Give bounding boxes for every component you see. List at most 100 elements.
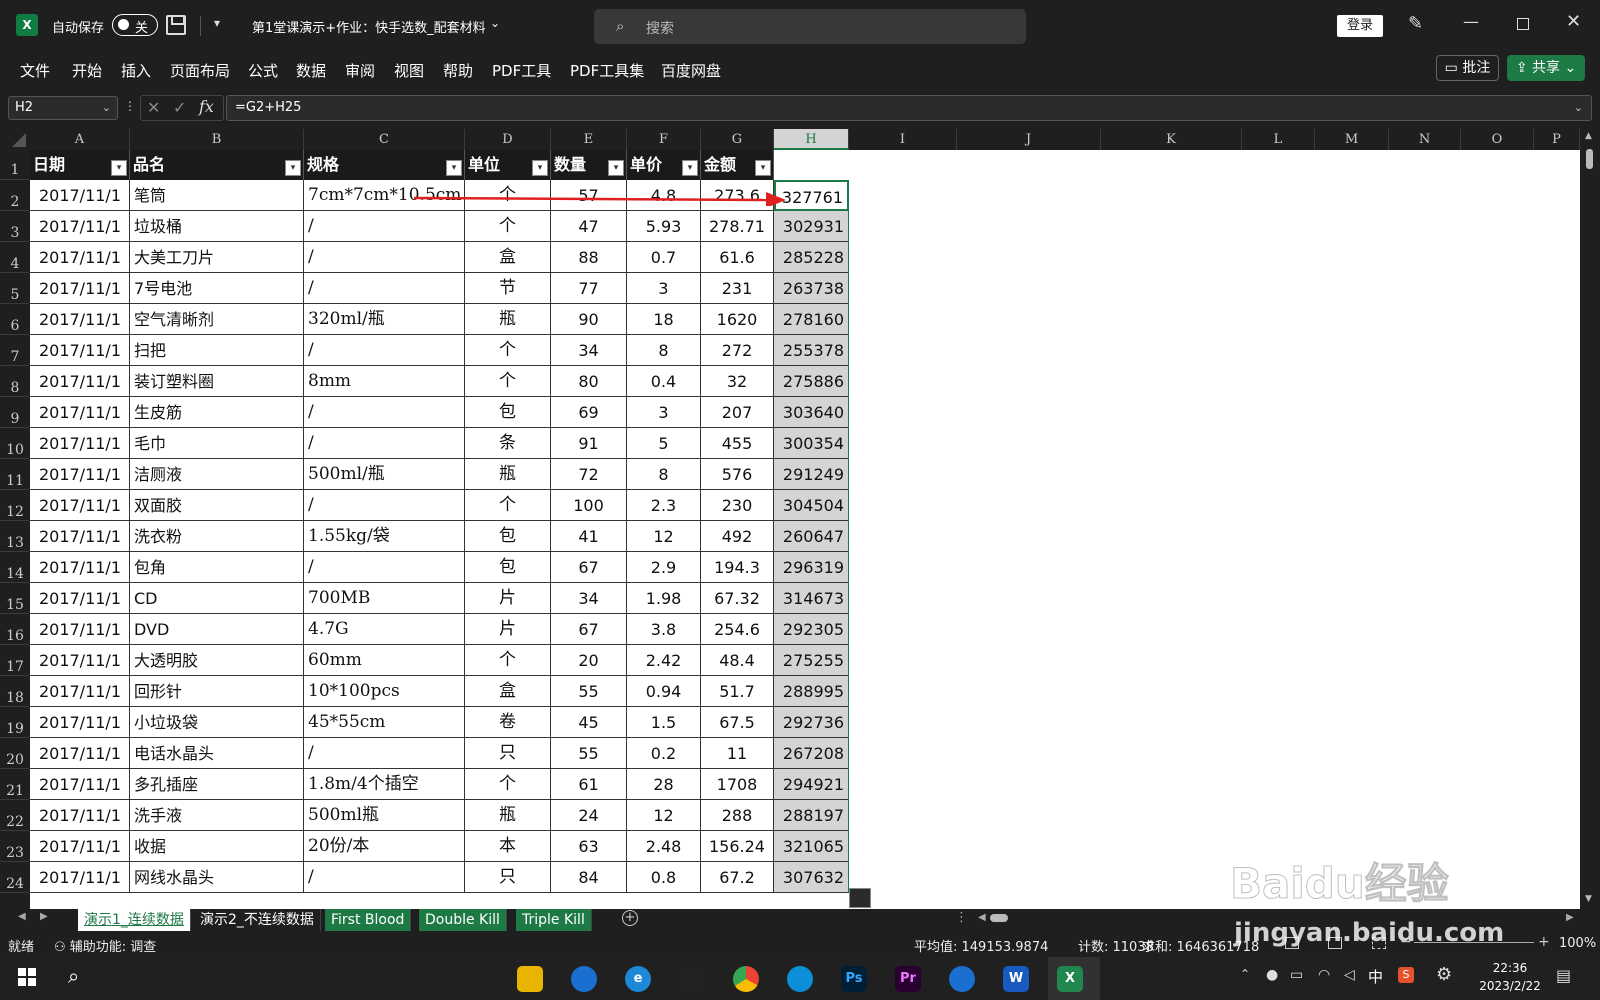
page-layout-view-icon[interactable]	[1328, 937, 1342, 949]
tray-expand-icon[interactable]: ⌃	[1240, 967, 1250, 981]
file-explorer-icon[interactable]	[517, 966, 543, 992]
tab-review[interactable]: 审阅	[345, 60, 375, 81]
cell-f[interactable]: 0.4	[627, 366, 701, 397]
cell-f[interactable]: 0.7	[627, 242, 701, 273]
filter-dropdown-icon[interactable]: ▾	[532, 160, 548, 176]
cell-a[interactable]: 2017/11/1	[30, 180, 130, 211]
insert-function-icon[interactable]: fx	[199, 97, 214, 116]
scroll-down-icon[interactable]: ▼	[1585, 894, 1592, 904]
volume-icon[interactable]: ◁	[1344, 967, 1355, 983]
wifi-icon[interactable]: ◠	[1318, 967, 1330, 983]
column-header-b[interactable]: B	[130, 129, 304, 150]
sheet-tab-5[interactable]: Triple Kill	[516, 909, 592, 931]
qq-browser-icon-2[interactable]	[949, 966, 975, 992]
cell-a[interactable]: 2017/11/1	[30, 397, 130, 428]
more-icon[interactable]: ⋮	[124, 99, 136, 113]
cell-d[interactable]: 盒	[465, 676, 551, 707]
cell-h[interactable]: 321065	[774, 831, 849, 862]
cell-f[interactable]: 5	[627, 428, 701, 459]
name-box[interactable]: H2 ⌄	[8, 96, 118, 120]
chrome-icon[interactable]	[733, 966, 759, 992]
tray-qq-icon[interactable]: ●	[1266, 967, 1278, 983]
tab-home[interactable]: 开始	[72, 60, 102, 81]
table-header-cell[interactable]: 单位 ▾	[465, 150, 551, 180]
cell-c[interactable]: 45*55cm	[304, 707, 465, 738]
cell-b[interactable]: 小垃圾袋	[130, 707, 304, 738]
cell-h[interactable]: 263738	[774, 273, 849, 304]
cell-f[interactable]: 0.8	[627, 862, 701, 893]
row-header[interactable]: 7	[0, 335, 30, 366]
tab-split-handle[interactable]: ⋮	[955, 910, 968, 925]
cell-a[interactable]: 2017/11/1	[30, 738, 130, 769]
cell-d[interactable]: 个	[465, 366, 551, 397]
cell-h[interactable]: 275255	[774, 645, 849, 676]
cell-g[interactable]: 1620	[701, 304, 774, 335]
column-header-g[interactable]: G	[701, 129, 774, 150]
notification-icon[interactable]: ▤	[1556, 966, 1571, 985]
cell-f[interactable]: 2.9	[627, 552, 701, 583]
cell-e[interactable]: 24	[551, 800, 627, 831]
cell-d[interactable]: 瓶	[465, 800, 551, 831]
edge-icon[interactable]	[787, 966, 813, 992]
premiere-icon[interactable]: Pr	[895, 966, 921, 992]
cell-h[interactable]: 288197	[774, 800, 849, 831]
cell-a[interactable]: 2017/11/1	[30, 490, 130, 521]
ime-indicator[interactable]: 中	[1368, 966, 1383, 987]
cell-g[interactable]: 207	[701, 397, 774, 428]
cell-h[interactable]: 314673	[774, 583, 849, 614]
table-header-cell[interactable]: 品名 ▾	[130, 150, 304, 180]
cell-f[interactable]: 3	[627, 397, 701, 428]
cell-b[interactable]: 空气清晰剂	[130, 304, 304, 335]
cell-a[interactable]: 2017/11/1	[30, 707, 130, 738]
cell-c[interactable]: 10*100pcs	[304, 676, 465, 707]
cell-g[interactable]: 61.6	[701, 242, 774, 273]
cell-f[interactable]: 28	[627, 769, 701, 800]
column-header-a[interactable]: A	[30, 129, 130, 150]
prev-sheet-icon[interactable]: ◀	[18, 911, 26, 922]
cell-h[interactable]: 294921	[774, 769, 849, 800]
cell-f[interactable]: 0.2	[627, 738, 701, 769]
row-header[interactable]: 6	[0, 304, 30, 335]
cell-a[interactable]: 2017/11/1	[30, 521, 130, 552]
tab-page-layout[interactable]: 页面布局	[170, 60, 230, 81]
zoom-slider[interactable]	[1414, 942, 1534, 943]
row-header[interactable]: 16	[0, 614, 30, 645]
tab-baidu-netdisk[interactable]: 百度网盘	[661, 60, 721, 81]
cell-f[interactable]: 3.8	[627, 614, 701, 645]
cell-g[interactable]: 51.7	[701, 676, 774, 707]
cell-a[interactable]: 2017/11/1	[30, 676, 130, 707]
row-header[interactable]: 12	[0, 490, 30, 521]
cell-c[interactable]: 20份/本	[304, 831, 465, 862]
cell-d[interactable]: 本	[465, 831, 551, 862]
cell-d[interactable]: 瓶	[465, 304, 551, 335]
cell-d[interactable]: 个	[465, 211, 551, 242]
filter-dropdown-icon[interactable]: ▾	[111, 160, 127, 176]
table-header-cell[interactable]: 日期 ▾	[30, 150, 130, 180]
row-header[interactable]: 22	[0, 800, 30, 831]
select-all-corner[interactable]	[0, 129, 30, 150]
cell-d[interactable]: 个	[465, 645, 551, 676]
chevron-down-icon[interactable]: ⌄	[102, 97, 111, 119]
cell-a[interactable]: 2017/11/1	[30, 335, 130, 366]
cell-e[interactable]: 34	[551, 335, 627, 366]
cell-b[interactable]: 收据	[130, 831, 304, 862]
sheet-tab-2[interactable]: 演示2_不连续数据	[194, 909, 321, 931]
filter-dropdown-icon[interactable]: ▾	[682, 160, 698, 176]
column-header-o[interactable]: O	[1461, 129, 1534, 150]
clock-date[interactable]: 2023/2/22	[1474, 979, 1546, 993]
cell-c[interactable]: /	[304, 397, 465, 428]
accessibility-status[interactable]: ⚇ 辅助功能: 调查	[54, 936, 156, 955]
cell-e[interactable]: 91	[551, 428, 627, 459]
sogou-ime-icon[interactable]: S	[1398, 967, 1414, 983]
tab-insert[interactable]: 插入	[121, 60, 151, 81]
cell-f[interactable]: 3	[627, 273, 701, 304]
cell-g[interactable]: 254.6	[701, 614, 774, 645]
cell-g[interactable]: 1708	[701, 769, 774, 800]
close-button[interactable]: ✕	[1566, 11, 1581, 32]
check-icon[interactable]: ✓	[173, 98, 186, 117]
minimize-button[interactable]: —	[1463, 12, 1479, 31]
cell-h[interactable]: 303640	[774, 397, 849, 428]
search-input[interactable]: ⌕ 搜索	[594, 9, 1026, 44]
cell-a[interactable]: 2017/11/1	[30, 273, 130, 304]
cell-h[interactable]: 291249	[774, 459, 849, 490]
